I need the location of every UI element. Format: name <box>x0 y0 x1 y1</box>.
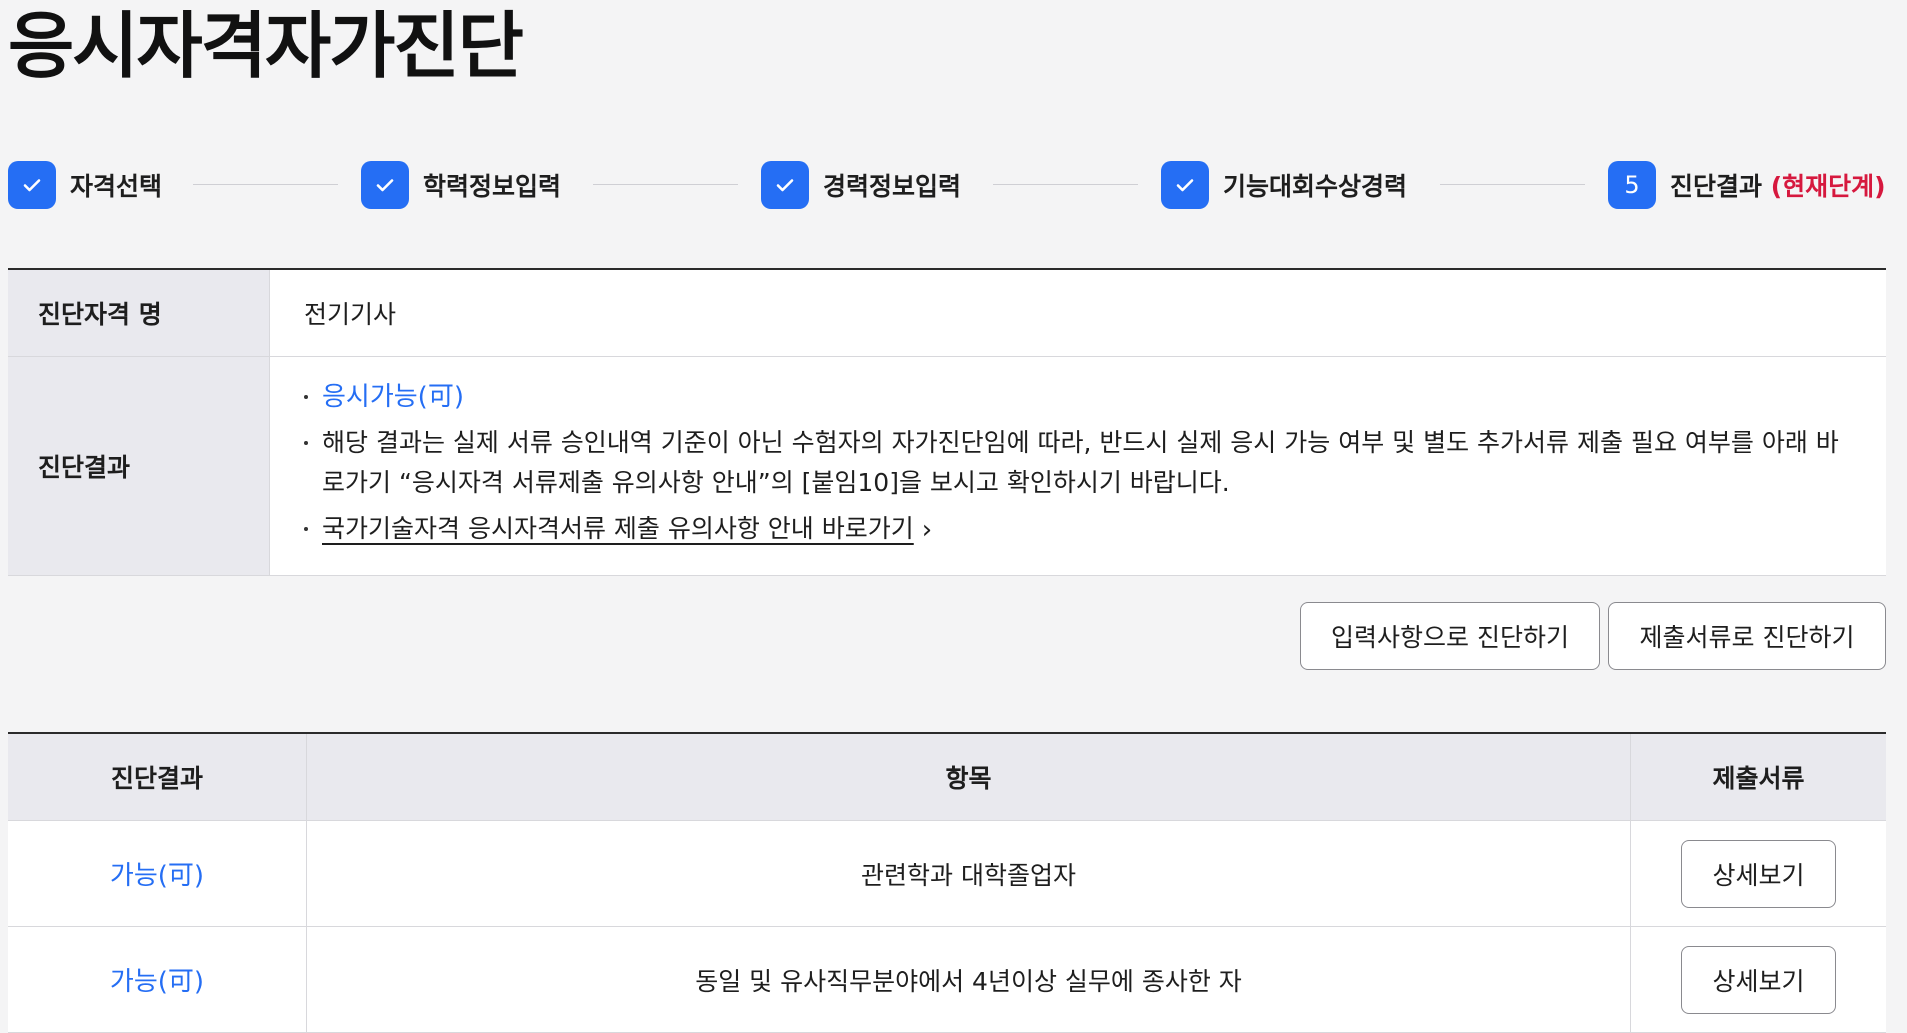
step-qualification-select[interactable]: 자격선택 <box>8 160 162 210</box>
diagnosis-actions: 입력사항으로 진단하기 제출서류로 진단하기 <box>1300 602 1886 670</box>
qualification-name-row: 진단자격 명 전기기사 <box>8 270 1886 357</box>
check-icon <box>361 161 409 209</box>
item-cell: 동일 및 유사직무분야에서 4년이상 실무에 종사한 자 <box>307 927 1631 1032</box>
step-label-text: 진단결과 <box>1670 172 1763 201</box>
step-connector <box>993 184 1138 185</box>
documents-cell: 상세보기 <box>1631 927 1886 1032</box>
check-icon <box>761 161 809 209</box>
step-number-badge: 5 <box>1608 161 1656 209</box>
documents-cell: 상세보기 <box>1631 821 1886 926</box>
diagnosis-result-label: 진단결과 <box>8 357 270 575</box>
diagnosis-result-table: 진단결과 항목 제출서류 가능(可) 관련학과 대학졸업자 상세보기 가능(可)… <box>8 732 1886 1033</box>
chevron-right-icon: › <box>921 515 933 545</box>
eligibility-status: 응시가능(可) <box>304 377 1856 417</box>
step-diagnosis-result: 5 진단결과 (현재단계) <box>1608 160 1886 210</box>
step-label: 자격선택 <box>70 172 163 201</box>
step-label: 경력정보입력 <box>823 172 962 201</box>
current-step-note: (현재단계) <box>1770 172 1886 201</box>
result-cell: 가능(可) <box>8 821 307 926</box>
guide-link-item: 국가기술자격 응시자격서류 제출 유의사항 안내 바로가기 › <box>304 509 1856 550</box>
item-cell: 관련학과 대학졸업자 <box>307 821 1631 926</box>
check-icon <box>8 161 56 209</box>
column-header-result: 진단결과 <box>8 734 307 820</box>
step-label: 진단결과 (현재단계) <box>1670 167 1886 203</box>
submission-guide-link[interactable]: 국가기술자격 응시자격서류 제출 유의사항 안내 바로가기 <box>322 514 914 543</box>
view-details-button[interactable]: 상세보기 <box>1681 839 1836 908</box>
step-indicator: 자격선택 학력정보입력 경력정보입력 기능대회수상경력 5 진단결과 (현재단계… <box>8 160 1886 210</box>
table-row: 가능(可) 동일 및 유사직무분야에서 4년이상 실무에 종사한 자 상세보기 <box>8 927 1886 1033</box>
column-header-documents: 제출서류 <box>1712 764 1805 793</box>
page-title: 응시자격자가진단 <box>8 4 524 88</box>
qualification-name-label: 진단자격 명 <box>8 270 270 356</box>
diagnosis-notice: 해당 결과는 실제 서류 승인내역 기준이 아닌 수험자의 자가진단임에 따라,… <box>304 423 1856 503</box>
step-skill-competition[interactable]: 기능대회수상경력 <box>1161 160 1407 210</box>
diagnosis-info-table: 진단자격 명 전기기사 진단결과 응시가능(可) 해당 결과는 실제 서류 승인… <box>8 268 1886 576</box>
step-label: 기능대회수상경력 <box>1223 172 1408 201</box>
check-icon <box>1161 161 1209 209</box>
diagnose-by-input-button[interactable]: 입력사항으로 진단하기 <box>1300 602 1600 670</box>
diagnosis-result-row: 진단결과 응시가능(可) 해당 결과는 실제 서류 승인내역 기준이 아닌 수험… <box>8 357 1886 576</box>
diagnose-by-documents-button[interactable]: 제출서류로 진단하기 <box>1608 602 1886 670</box>
table-row: 가능(可) 관련학과 대학졸업자 상세보기 <box>8 821 1886 927</box>
step-education-input[interactable]: 학력정보입력 <box>361 160 561 210</box>
diagnosis-result-content: 응시가능(可) 해당 결과는 실제 서류 승인내역 기준이 아닌 수험자의 자가… <box>270 357 1886 575</box>
view-details-button[interactable]: 상세보기 <box>1681 945 1836 1014</box>
step-connector <box>1440 184 1585 185</box>
step-connector <box>193 184 338 185</box>
qualification-name-value: 전기기사 <box>304 300 397 329</box>
column-header-item: 항목 <box>307 734 1631 820</box>
result-cell: 가능(可) <box>8 927 307 1032</box>
step-connector <box>593 184 738 185</box>
step-label: 학력정보입력 <box>423 172 562 201</box>
step-career-input[interactable]: 경력정보입력 <box>761 160 961 210</box>
page: 응시자격자가진단 자격선택 학력정보입력 경력정보입력 기능대회수상경력 5 진… <box>0 0 1907 1033</box>
table-header-row: 진단결과 항목 제출서류 <box>8 734 1886 821</box>
